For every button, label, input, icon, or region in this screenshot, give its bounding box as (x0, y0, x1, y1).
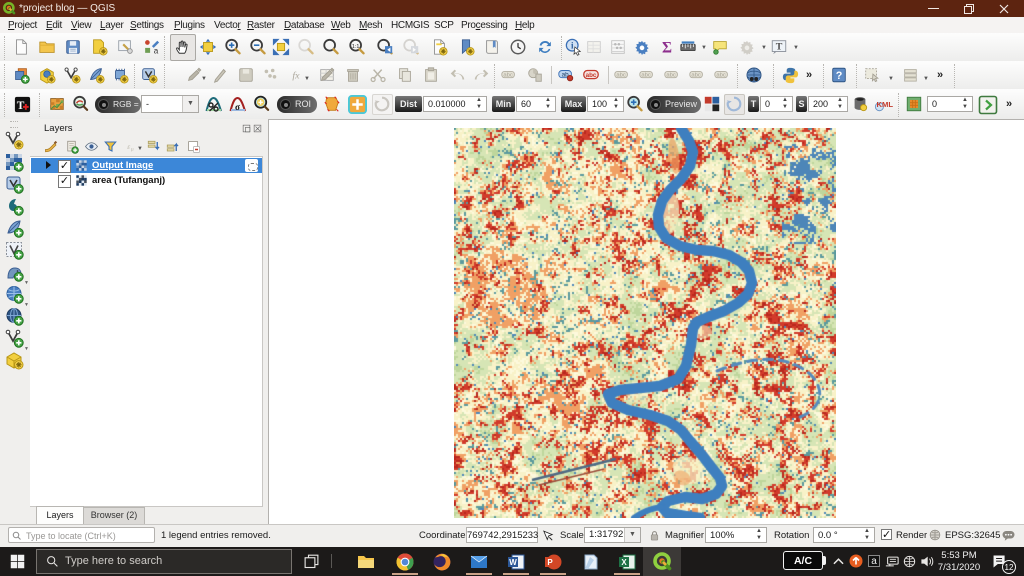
svg-text:1:1: 1:1 (352, 44, 359, 50)
svg-text:P: P (547, 558, 553, 567)
svg-text:μ: μ (131, 146, 134, 151)
svg-text:abc: abc (586, 72, 597, 79)
svg-text:a: a (154, 46, 159, 55)
svg-text:KML: KML (877, 100, 894, 109)
svg-text:σ: σ (235, 102, 240, 112)
svg-text:X: X (621, 558, 627, 567)
svg-text:?: ? (836, 70, 843, 82)
svg-text:abc: abc (716, 73, 726, 79)
svg-text:abc: abc (641, 73, 651, 79)
svg-text:Σ: Σ (662, 39, 672, 56)
svg-text:abc: abc (616, 73, 626, 79)
svg-text:abc: abc (503, 73, 513, 79)
svg-text:ε: ε (127, 142, 130, 151)
svg-text:W: W (509, 558, 517, 567)
svg-text:abc: abc (666, 73, 676, 79)
svg-text:T: T (776, 42, 783, 53)
svg-text:T: T (17, 100, 25, 112)
svg-text:fx: fx (292, 71, 300, 82)
svg-text:abc: abc (691, 73, 701, 79)
